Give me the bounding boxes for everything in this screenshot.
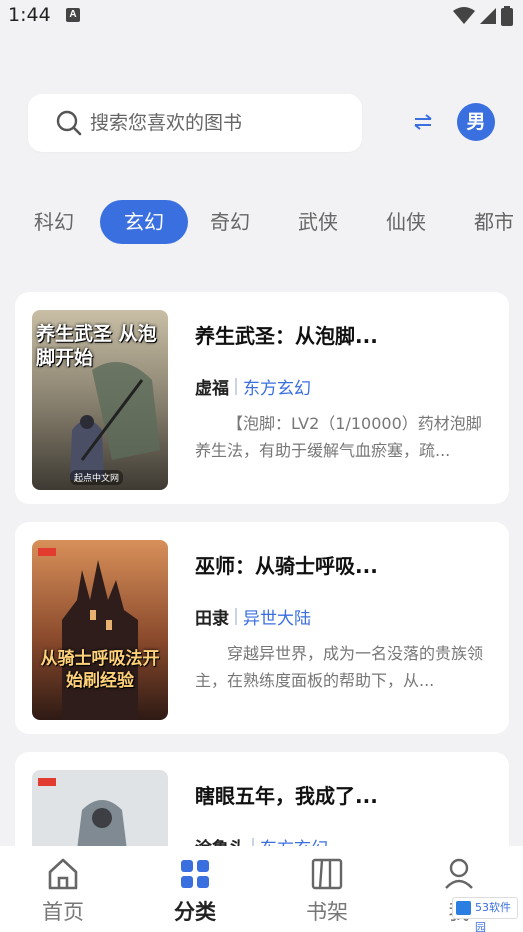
gender-toggle-button[interactable]: 男 [457, 103, 495, 141]
nav-home[interactable]: 首页 [18, 856, 108, 928]
book-card[interactable]: 从骑士呼吸法开始刷经验 巫师：从骑士呼吸... 田隶 异世大陆 穿越异世界，成为… [15, 522, 509, 734]
book-genre: 东方玄幻 [243, 379, 311, 399]
watermark-logo-icon [456, 901, 471, 915]
nav-home-label: 首页 [42, 900, 84, 924]
nav-category[interactable]: 分类 [150, 856, 240, 928]
book-meta: 虚福 东方玄幻 [195, 374, 311, 399]
status-icons [453, 6, 513, 26]
book-meta: 田隶 异世大陆 [195, 604, 311, 629]
tab-urban[interactable]: 都市 [474, 200, 514, 244]
home-icon [48, 858, 78, 890]
bottom-nav: 首页 分类 书架 我 [0, 846, 523, 932]
signal-icon [480, 8, 496, 24]
wifi-icon [453, 7, 475, 24]
book-title[interactable]: 瞎眼五年，我成了... [195, 780, 378, 809]
category-tabs: 科幻 玄幻 奇幻 武侠 仙侠 都市 [0, 200, 523, 246]
book-author: 田隶 [195, 609, 229, 629]
tab-xianxia[interactable]: 仙侠 [386, 200, 426, 244]
tab-wuxia[interactable]: 武侠 [298, 200, 338, 244]
watermark: 53软件园 [452, 897, 518, 932]
tab-fantasy[interactable]: 奇幻 [210, 200, 250, 244]
notification-icon: A [66, 8, 80, 22]
tab-xuanhuan[interactable]: 玄幻 [100, 200, 188, 244]
book-cover-badge: 起点中文网 [70, 470, 124, 485]
book-cover[interactable]: 从骑士呼吸法开始刷经验 [32, 540, 168, 720]
book-card[interactable]: 养生武圣 从泡脚开始 起点中文网 养生武圣：从泡脚... 虚福 东方玄幻 【泡脚… [15, 292, 509, 504]
status-bar: 1:44 A [0, 0, 523, 32]
status-time: 1:44 [8, 4, 51, 26]
nav-bookshelf[interactable]: 书架 [282, 856, 372, 928]
grid-icon [181, 860, 209, 888]
nav-category-label: 分类 [174, 900, 216, 924]
book-description: 穿越异世界，成为一名没落的贵族领主，在熟练度面板的帮助下，从... [195, 644, 484, 690]
search-bar[interactable] [28, 94, 362, 152]
book-cover-title: 养生武圣 从泡脚开始 [36, 323, 157, 369]
meta-divider [235, 378, 237, 395]
meta-divider [235, 608, 237, 625]
nav-bookshelf-label: 书架 [306, 900, 348, 924]
profile-icon [445, 858, 473, 889]
book-title[interactable]: 养生武圣：从泡脚... [195, 320, 378, 349]
book-cover-art [32, 540, 168, 720]
book-cover-title: 从骑士呼吸法开始刷经验 [40, 649, 160, 691]
bookshelf-icon [311, 858, 343, 890]
search-input[interactable] [90, 108, 350, 138]
tab-scifi[interactable]: 科幻 [34, 200, 74, 244]
book-author: 虚福 [195, 379, 229, 399]
swap-icon[interactable] [412, 112, 434, 132]
book-title[interactable]: 巫师：从骑士呼吸... [195, 550, 378, 579]
book-cover[interactable]: 养生武圣 从泡脚开始 起点中文网 [32, 310, 168, 490]
book-description: 【泡脚：LV2（1/10000）药材泡脚养生法，有助于缓解气血瘀塞，疏... [195, 414, 482, 460]
search-icon [56, 110, 82, 136]
battery-icon [501, 6, 513, 26]
book-genre: 异世大陆 [243, 609, 311, 629]
